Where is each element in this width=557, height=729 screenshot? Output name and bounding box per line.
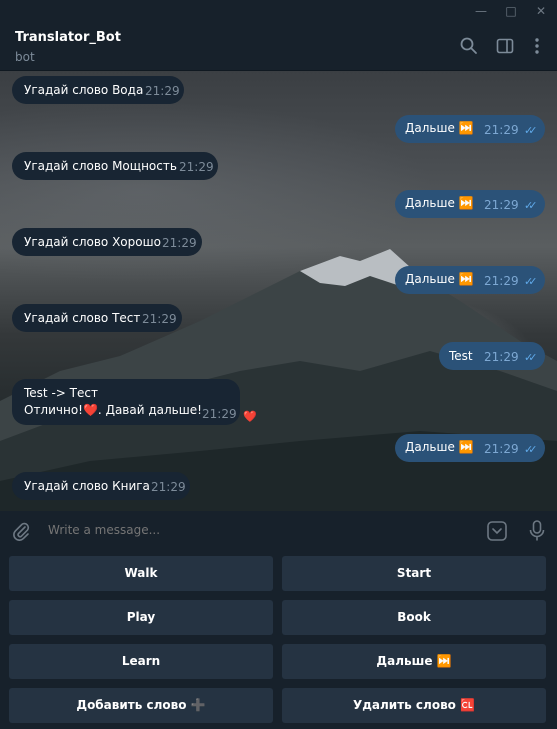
message-text: Угадай слово Книга [24, 479, 150, 493]
message-incoming[interactable]: Угадай слово Книга 21:29 [12, 472, 190, 500]
message-time: 21:29 [142, 312, 177, 326]
message-text: Test [449, 349, 473, 363]
keyboard-button-delete-word[interactable]: Удалить слово 🆑 [282, 688, 546, 723]
message-text: Угадай слово Тест [24, 311, 141, 325]
keyboard-button-walk[interactable]: Walk [9, 556, 273, 591]
keyboard-button-start[interactable]: Start [282, 556, 546, 591]
message-outgoing[interactable]: Дальше ⏭️ 21:29 ✓✓ [395, 115, 545, 143]
message-outgoing[interactable]: Дальше ⏭️ 21:29 ✓✓ [395, 434, 545, 462]
read-check-icon: ✓✓ [524, 124, 538, 137]
message-time: 21:29 [484, 350, 519, 364]
window-titlebar: — □ ✕ [0, 0, 557, 22]
read-check-icon: ✓✓ [524, 199, 538, 212]
close-button[interactable]: ✕ [526, 1, 556, 21]
message-text: Угадай слово Мощность [24, 159, 177, 173]
message-composer [0, 511, 557, 551]
message-text: Угадай слово Вода [24, 83, 144, 97]
message-outgoing[interactable]: Дальше ⏭️ 21:29 ✓✓ [395, 190, 545, 218]
bot-keyboard-icon[interactable] [486, 520, 508, 542]
paperclip-icon[interactable] [11, 521, 31, 541]
message-text-line1: Test -> Тест [24, 386, 98, 400]
chat-status: bot [15, 50, 35, 64]
message-outgoing[interactable]: Test 21:29 ✓✓ [439, 342, 545, 370]
message-text-line2: Отлично!❤️. Давай дальше! [24, 403, 202, 417]
read-check-icon: ✓✓ [524, 443, 538, 456]
message-time: 21:29 [162, 236, 197, 250]
search-icon[interactable] [459, 36, 479, 56]
microphone-icon[interactable] [527, 519, 547, 543]
message-text: Дальше ⏭️ [405, 440, 474, 454]
message-text: Дальше ⏭️ [405, 272, 474, 286]
more-menu-icon[interactable] [527, 36, 547, 56]
message-incoming[interactable]: Угадай слово Хорошо 21:29 [12, 228, 202, 256]
keyboard-button-add-word[interactable]: Добавить слово ➕ [9, 688, 273, 723]
message-time: 21:29 [484, 442, 519, 456]
keyboard-button-learn[interactable]: Learn [9, 644, 273, 679]
message-input[interactable] [48, 523, 448, 537]
minimize-button[interactable]: — [466, 1, 496, 21]
message-time: 21:29 [151, 480, 186, 494]
message-text: Дальше ⏭️ [405, 121, 474, 135]
message-outgoing[interactable]: Дальше ⏭️ 21:29 ✓✓ [395, 266, 545, 294]
message-time: 21:29 [484, 198, 519, 212]
maximize-button[interactable]: □ [496, 1, 526, 21]
chat-title[interactable]: Translator_Bot [15, 30, 121, 45]
message-text: Угадай слово Хорошо [24, 235, 161, 249]
message-incoming[interactable]: Test -> Тест Отлично!❤️. Давай дальше! 2… [12, 379, 240, 425]
keyboard-button-play[interactable]: Play [9, 600, 273, 635]
message-incoming[interactable]: Угадай слово Тест 21:29 [12, 304, 182, 332]
read-check-icon: ✓✓ [524, 351, 538, 364]
message-list[interactable]: Угадай слово Вода 21:29 Дальше ⏭️ 21:29 … [0, 71, 557, 511]
message-incoming[interactable]: Угадай слово Мощность 21:29 [12, 152, 218, 180]
heart-reaction-icon[interactable]: ❤️ [243, 410, 257, 423]
message-time: 21:29 [202, 407, 237, 421]
keyboard-button-next[interactable]: Дальше ⏭️ [282, 644, 546, 679]
message-incoming[interactable]: Угадай слово Вода 21:29 [12, 76, 184, 104]
message-time: 21:29 [484, 123, 519, 137]
sidebar-toggle-icon[interactable] [495, 36, 515, 56]
keyboard-button-book[interactable]: Book [282, 600, 546, 635]
message-text: Дальше ⏭️ [405, 196, 474, 210]
message-time: 21:29 [179, 160, 214, 174]
message-time: 21:29 [484, 274, 519, 288]
read-check-icon: ✓✓ [524, 275, 538, 288]
chat-header[interactable]: Translator_Bot bot [0, 22, 557, 71]
message-time: 21:29 [145, 84, 180, 98]
reply-keyboard: Walk Start Play Book Learn Дальше ⏭️ Доб… [0, 551, 557, 729]
